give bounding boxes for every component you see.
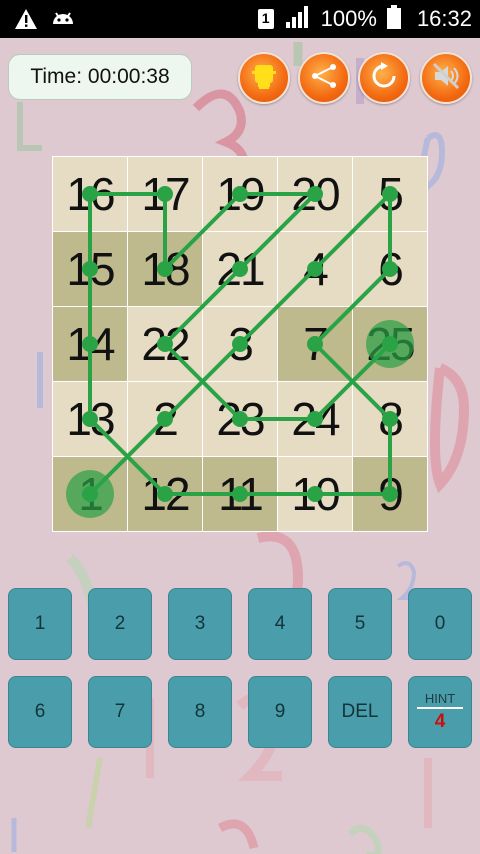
share-button[interactable] — [298, 52, 350, 104]
android-icon — [50, 8, 76, 35]
board-cell[interactable]: 3 — [203, 307, 277, 381]
battery-icon — [386, 4, 401, 34]
board-cell[interactable]: 16 — [53, 157, 127, 231]
key-2[interactable]: 2 — [88, 588, 152, 660]
board-cell[interactable]: 15 — [53, 232, 127, 306]
puzzle-board: 16 17 19 20 5 15 18 21 4 6 14 22 3 7 25 13 2 23 24 8 1 12 11 10… — [52, 156, 428, 532]
board-cell[interactable]: 12 — [128, 457, 202, 531]
key-9[interactable]: 9 — [248, 676, 312, 748]
board-cell[interactable]: 6 — [353, 232, 427, 306]
key-5[interactable]: 5 — [328, 588, 392, 660]
board-cell[interactable]: 11 — [203, 457, 277, 531]
key-6[interactable]: 6 — [8, 676, 72, 748]
board-cell[interactable]: 14 — [53, 307, 127, 381]
lightbulb-icon — [249, 61, 279, 96]
battery-percent: 100% — [320, 6, 377, 31]
key-7[interactable]: 7 — [88, 676, 152, 748]
board-cell[interactable]: 2 — [128, 382, 202, 456]
restart-button[interactable] — [358, 52, 410, 104]
sound-toggle-button[interactable] — [420, 52, 472, 104]
key-1[interactable]: 1 — [8, 588, 72, 660]
board-cell[interactable]: 4 — [278, 232, 352, 306]
board-cell[interactable]: 9 — [353, 457, 427, 531]
board-cell[interactable]: 13 — [53, 382, 127, 456]
board-cell[interactable]: 22 — [128, 307, 202, 381]
key-4[interactable]: 4 — [248, 588, 312, 660]
key-3[interactable]: 3 — [168, 588, 232, 660]
key-8[interactable]: 8 — [168, 676, 232, 748]
clock: 16:32 — [416, 6, 472, 31]
restart-icon — [369, 61, 399, 96]
warning-icon — [14, 8, 38, 35]
hint-lightbulb-button[interactable] — [238, 52, 290, 104]
board-cell[interactable]: 20 — [278, 157, 352, 231]
board-cell[interactable]: 7 — [278, 307, 352, 381]
board-cell[interactable]: 21 — [203, 232, 277, 306]
key-0[interactable]: 0 — [408, 588, 472, 660]
signal-icon — [285, 5, 311, 34]
status-bar: 1 100% 16:32 — [0, 0, 480, 38]
board-cell[interactable]: 18 — [128, 232, 202, 306]
board-cell[interactable]: 5 — [353, 157, 427, 231]
hint-label: HINT — [416, 691, 464, 709]
sim-icon: 1 — [257, 8, 275, 30]
board-cell[interactable]: 17 — [128, 157, 202, 231]
board-cell[interactable]: 19 — [203, 157, 277, 231]
board-cell[interactable]: 1 — [53, 457, 127, 531]
delete-key[interactable]: DEL — [328, 676, 392, 748]
board-cell[interactable]: 10 — [278, 457, 352, 531]
hint-count: 4 — [434, 711, 446, 732]
sim-slot-label: 1 — [261, 10, 270, 26]
speaker-muted-icon — [431, 61, 461, 96]
hint-key[interactable]: HINT 4 — [408, 676, 472, 748]
board-cell[interactable]: 25 — [353, 307, 427, 381]
share-icon — [309, 61, 339, 96]
board-cell[interactable]: 8 — [353, 382, 427, 456]
board-cell[interactable]: 24 — [278, 382, 352, 456]
board-cell[interactable]: 23 — [203, 382, 277, 456]
game-timer: Time: 00:00:38 — [8, 54, 192, 100]
